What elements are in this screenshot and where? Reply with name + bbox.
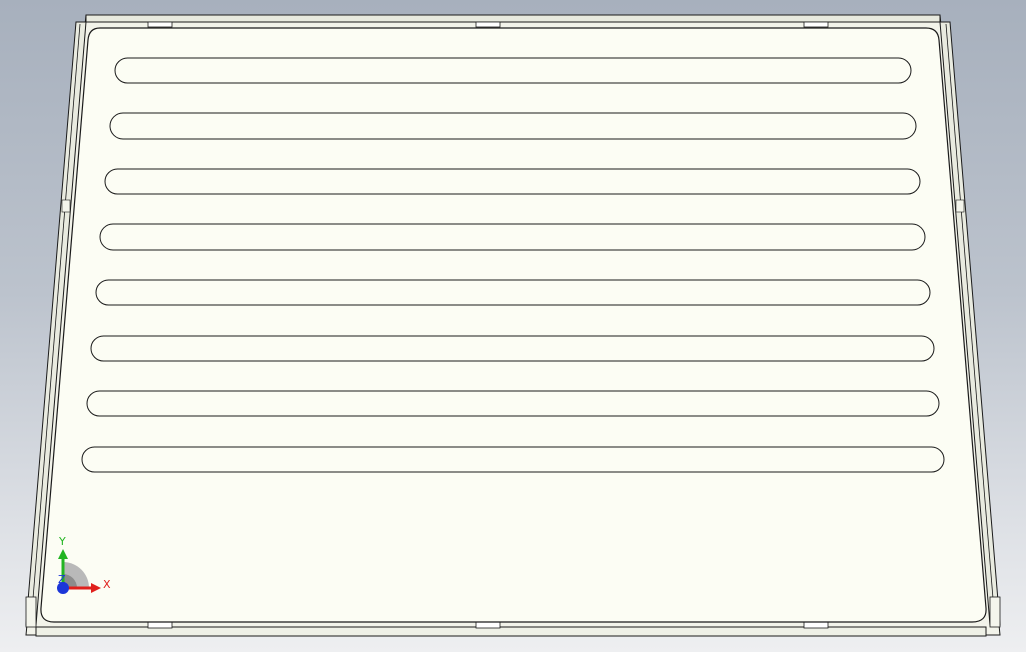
model-view[interactable]: Y X Z (0, 0, 1026, 652)
slot[interactable] (114, 57, 912, 84)
corner-bracket (989, 596, 1001, 628)
top-notch (147, 21, 173, 28)
slot[interactable] (86, 390, 940, 417)
slot[interactable] (81, 446, 945, 473)
base-top-edge (85, 14, 941, 23)
x-axis-label: X (103, 578, 111, 591)
corner-bracket (955, 199, 965, 213)
bottom-notch (475, 621, 501, 629)
slot[interactable] (90, 335, 935, 362)
slot[interactable] (95, 279, 931, 306)
graphics-viewport[interactable]: Y X Z (0, 0, 1026, 652)
slot[interactable] (104, 168, 921, 195)
corner-bracket (61, 199, 71, 213)
bottom-notch (147, 621, 173, 629)
y-axis-label: Y (58, 535, 66, 548)
base-bottom-edge (35, 626, 987, 637)
slot[interactable] (99, 223, 926, 251)
corner-bracket (25, 596, 37, 628)
z-axis-label: Z (58, 573, 66, 586)
bottom-notch (803, 621, 829, 629)
top-notch (803, 21, 829, 28)
slot[interactable] (109, 112, 917, 140)
top-notch (475, 21, 501, 28)
